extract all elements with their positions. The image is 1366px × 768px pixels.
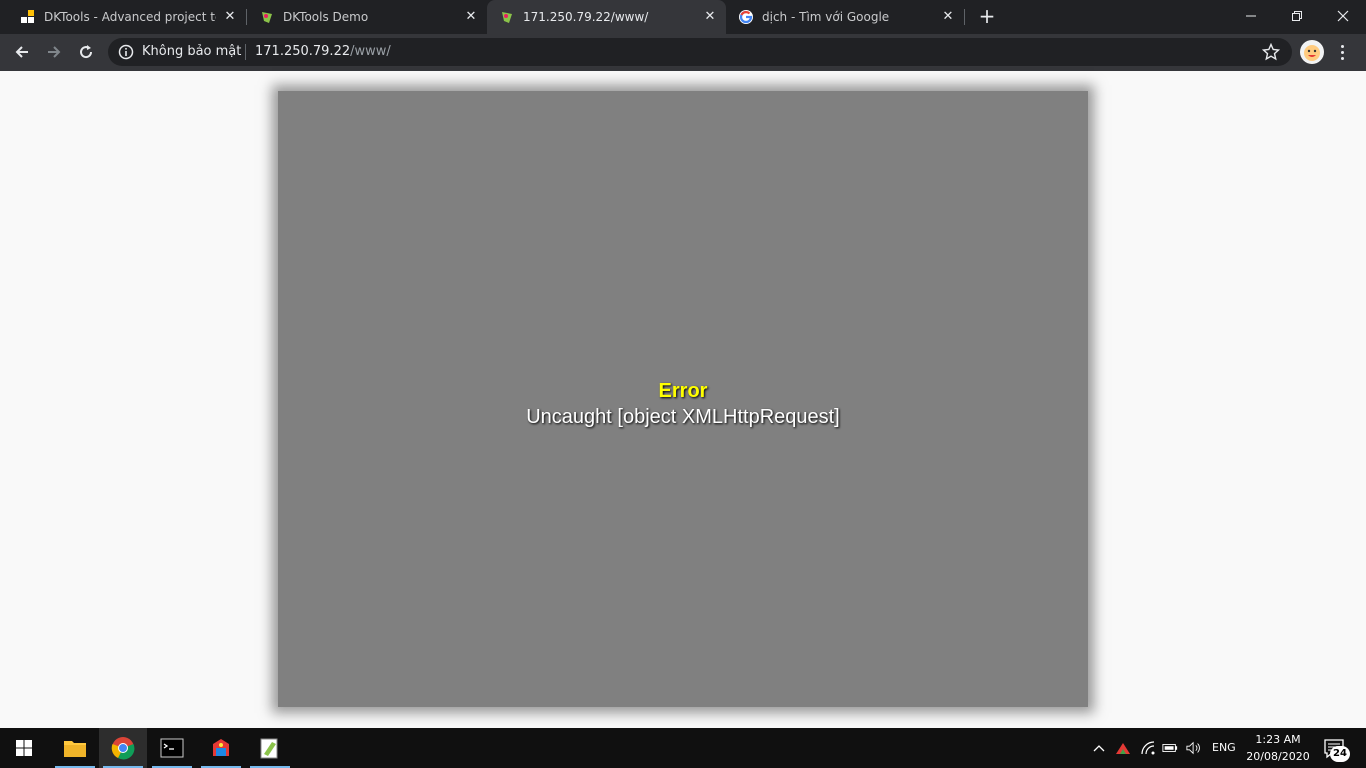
rpg-maker-icon [213,739,229,756]
close-icon[interactable]: ✕ [222,9,238,25]
restore-icon [1292,11,1302,21]
forward-button[interactable] [40,38,68,66]
app-tray-icon[interactable] [1115,740,1131,756]
browser-menu-button[interactable] [1334,40,1350,64]
taskbar-rpgmaker[interactable] [197,728,245,768]
restore-button[interactable] [1274,0,1320,32]
tab-google-search[interactable]: dịch - Tìm với Google ✕ [726,0,964,34]
close-icon [1337,10,1349,22]
minimize-icon [1246,15,1256,17]
tab-title: DKTools - Advanced project testi [44,10,216,24]
close-icon[interactable]: ✕ [940,9,956,25]
taskbar-terminal[interactable] [148,728,196,768]
system-clock[interactable]: 1:23 AM 20/08/2020 [1240,731,1316,765]
chrome-icon [111,737,135,760]
windows-taskbar: ENG 1:23 AM 20/08/2020 [0,728,1366,768]
omnibox-divider [245,44,246,60]
tab-separator [964,9,965,25]
back-button[interactable] [8,38,36,66]
tab-strip: DKTools - Advanced project testi ✕ DKToo… [0,0,1366,34]
tab-dktools-advanced[interactable]: DKTools - Advanced project testi ✕ [8,0,246,34]
reload-icon [80,45,93,59]
reload-button[interactable] [72,38,100,66]
taskbar-file-explorer[interactable] [51,728,99,768]
smiley-avatar-icon [1301,41,1323,63]
error-title: Error [658,380,708,402]
taskbar-chrome[interactable] [99,728,147,768]
windows-logo-icon [16,740,32,756]
taskbar-notepad-plus[interactable] [246,728,294,768]
close-icon[interactable]: ✕ [702,9,718,25]
rpg-game-icon [259,9,275,25]
forward-arrow-icon [48,46,61,58]
browser-toolbar: Không bảo mật 171.250.79.22/www/ [0,34,1366,71]
notification-count-badge: 24 [1330,746,1350,762]
volume-icon[interactable] [1186,740,1202,756]
notepad-icon [260,738,278,759]
address-bar[interactable]: Không bảo mật 171.250.79.22/www/ [108,38,1292,66]
url-host: 171.250.79.22 [255,44,351,59]
tab-dktools-demo[interactable]: DKTools Demo ✕ [247,0,487,34]
close-window-button[interactable] [1320,0,1366,32]
back-arrow-icon [15,46,28,58]
error-message: Uncaught [object XMLHttpRequest] [526,406,840,428]
menu-dot [1340,44,1344,48]
security-label: Không bảo mật [142,44,242,59]
terminal-icon [160,738,184,758]
input-language[interactable]: ENG [1212,740,1236,756]
start-button[interactable] [0,728,48,768]
tab-title: dịch - Tìm với Google [762,10,890,24]
google-icon [738,9,754,25]
url-text[interactable]: 171.250.79.22/www/ [255,44,391,60]
rpg-game-icon [499,9,515,25]
page-viewport: Error Uncaught [object XMLHttpRequest] [0,71,1366,728]
url-path: /www/ [350,44,391,59]
tab-title: DKTools Demo [283,10,369,24]
profile-avatar[interactable] [1300,40,1324,64]
tab-active-page[interactable]: 171.250.79.22/www/ ✕ [487,0,726,34]
new-tab-button[interactable]: + [976,5,998,29]
battery-icon[interactable] [1162,740,1178,756]
close-icon[interactable]: ✕ [463,9,479,25]
folder-icon [64,741,86,757]
bookmark-star-icon[interactable] [1261,42,1281,61]
dktools-logo-icon [20,9,36,25]
clock-date: 20/08/2020 [1246,750,1310,763]
show-hidden-icons-chevron-icon[interactable] [1091,740,1107,756]
wifi-icon[interactable] [1140,740,1156,756]
menu-dot [1340,56,1344,60]
clock-time: 1:23 AM [1255,733,1301,746]
menu-dot [1340,50,1344,54]
tab-title: 171.250.79.22/www/ [523,10,649,24]
info-icon[interactable] [118,44,134,60]
game-error-panel: Error Uncaught [object XMLHttpRequest] [278,91,1088,707]
minimize-button[interactable] [1228,0,1274,32]
